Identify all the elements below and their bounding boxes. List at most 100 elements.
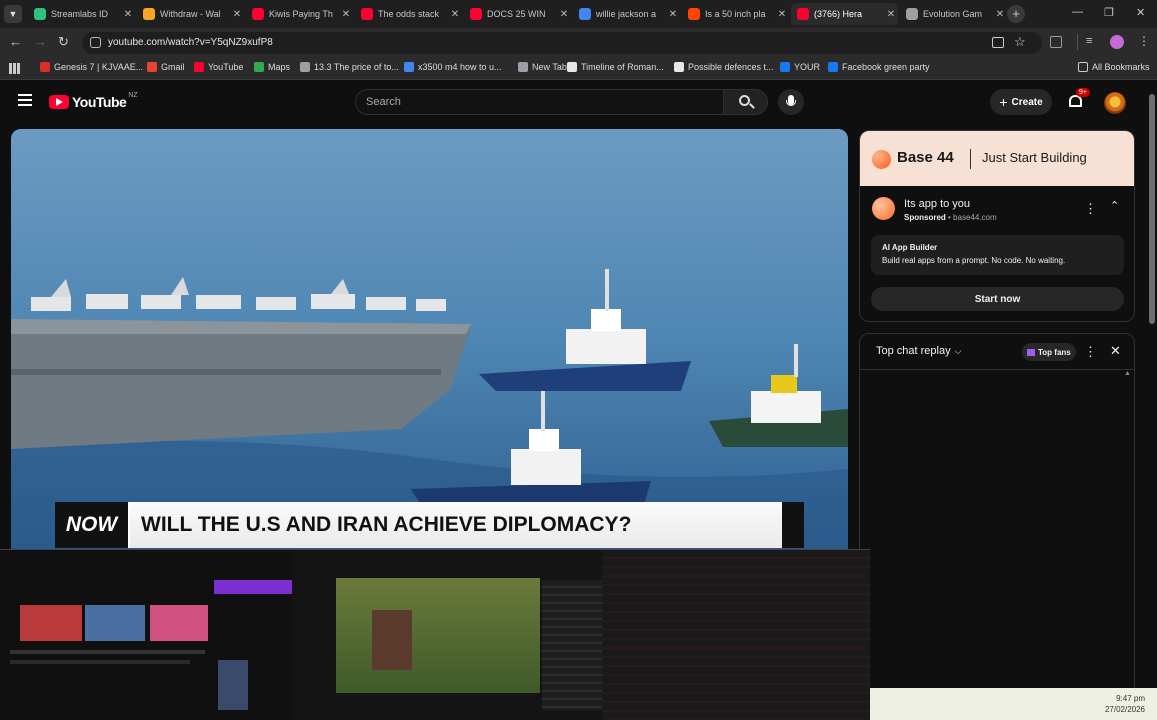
restore-window-button[interactable]: ❐: [1104, 6, 1114, 19]
tab-close-icon[interactable]: ✕: [339, 9, 353, 20]
chat-more-options-icon[interactable]: ⋮: [1084, 344, 1097, 360]
bookmark-item[interactable]: x3500 m4 how to u...: [404, 62, 502, 72]
tab-close-icon[interactable]: ✕: [666, 9, 680, 20]
bookmark-star-icon[interactable]: ☆: [1014, 34, 1026, 50]
extensions-icon[interactable]: [1050, 36, 1062, 48]
bookmark-favicon-icon: [518, 62, 528, 72]
live-chat-panel: Top chat replay ⌵ Top fans ⋮ ✕ ▲: [859, 333, 1135, 690]
chat-mode-dropdown[interactable]: Top chat replay ⌵: [876, 345, 961, 357]
chat-scroll-up-icon[interactable]: ▲: [1124, 370, 1131, 377]
apps-grid-icon[interactable]: [9, 63, 20, 74]
ad-inner-title: AI App Builder: [882, 243, 938, 252]
plus-icon: +: [999, 94, 1008, 110]
tab-favicon-icon: [470, 8, 482, 20]
sponsored-ad-card[interactable]: Base 44 Just Start Building Its app to y…: [859, 130, 1135, 322]
tab-search-menu-icon[interactable]: ▼: [4, 5, 22, 23]
bookmark-item[interactable]: Genesis 7 | KJVAAE...: [40, 62, 143, 72]
tab-close-icon[interactable]: ✕: [775, 9, 789, 20]
browser-toolbar: ← → ↻ youtube.com/watch?v=Y5qNZ9xufP8 ☆ …: [0, 28, 1157, 58]
bookmark-label: Gmail: [161, 62, 185, 72]
overlay-youtube-panel: [0, 550, 292, 720]
bookmark-item[interactable]: Maps: [254, 62, 290, 72]
page-scrollbar[interactable]: [1147, 80, 1157, 690]
tab-close-icon[interactable]: ✕: [993, 9, 1007, 20]
ad-collapse-icon[interactable]: ⌃: [1110, 199, 1119, 212]
bookmark-favicon-icon: [147, 62, 157, 72]
bookmark-item[interactable]: New Tab: [518, 62, 567, 72]
reload-icon[interactable]: ↻: [58, 34, 69, 50]
address-url: youtube.com/watch?v=Y5qNZ9xufP8: [108, 37, 273, 48]
browser-tab[interactable]: (3766) Hera ✕: [791, 3, 898, 25]
video-frame-scene: [11, 129, 848, 549]
account-avatar[interactable]: [1104, 92, 1126, 114]
ad-banner[interactable]: Base 44 Just Start Building: [860, 131, 1134, 186]
voice-search-button[interactable]: [778, 89, 804, 115]
address-bar[interactable]: youtube.com/watch?v=Y5qNZ9xufP8 ☆: [82, 32, 1042, 54]
site-info-icon[interactable]: [90, 37, 101, 48]
scrollbar-thumb[interactable]: [1149, 94, 1155, 324]
close-window-button[interactable]: ✕: [1136, 6, 1145, 19]
new-tab-button[interactable]: +: [1007, 5, 1025, 23]
bookmark-item[interactable]: Gmail: [147, 62, 185, 72]
bookmark-item[interactable]: Timeline of Roman...: [567, 62, 664, 72]
browser-tab[interactable]: Kiwis Paying Th ✕: [246, 3, 353, 25]
top-fans-label: Top fans: [1038, 347, 1071, 357]
news-lower-third: NOW WILL THE U.S AND IRAN ACHIEVE DIPLOM…: [55, 502, 804, 548]
browser-tab[interactable]: Evolution Gam ✕: [900, 3, 1007, 25]
bookmark-label: Facebook green party: [842, 62, 930, 72]
tab-close-icon[interactable]: ✕: [884, 9, 898, 20]
youtube-logo[interactable]: YouTube NZ: [49, 92, 138, 110]
close-chat-icon[interactable]: ✕: [1110, 343, 1121, 359]
bookmark-favicon-icon: [828, 62, 838, 72]
bookmark-label: Timeline of Roman...: [581, 62, 664, 72]
bookmark-item[interactable]: 13.3 The price of to...: [300, 62, 399, 72]
tab-title: DOCS 25 WIN: [487, 9, 546, 19]
screen-capture-overlay: [0, 549, 870, 720]
bookmark-item[interactable]: Possible defences t...: [674, 62, 774, 72]
chart-icon: [1027, 348, 1035, 356]
install-app-icon[interactable]: [992, 37, 1004, 48]
create-button[interactable]: + Create: [990, 89, 1052, 115]
bookmark-item[interactable]: YOUR: [780, 62, 820, 72]
video-player[interactable]: [11, 129, 848, 549]
search-button[interactable]: [723, 89, 768, 115]
minimize-window-button[interactable]: —: [1072, 6, 1083, 18]
overlay-stream-panel: [292, 550, 602, 720]
bookmark-item[interactable]: YouTube: [194, 62, 243, 72]
browser-tab[interactable]: Is a 50 inch pla ✕: [682, 3, 789, 25]
top-fans-chip[interactable]: Top fans: [1022, 343, 1076, 361]
browser-tab[interactable]: DOCS 25 WIN ✕: [464, 3, 571, 25]
tab-close-icon[interactable]: ✕: [121, 9, 135, 20]
tab-close-icon[interactable]: ✕: [230, 9, 244, 20]
ad-description-box[interactable]: AI App Builder Build real apps from a pr…: [871, 235, 1124, 275]
taskbar-clock[interactable]: 9:47 pm 27/02/2026: [1105, 693, 1145, 715]
chat-header: Top chat replay ⌵ Top fans ⋮ ✕: [860, 334, 1134, 370]
overlay-chat-panel: [602, 550, 870, 720]
notifications-button[interactable]: 9+: [1068, 88, 1090, 110]
tab-title: (3766) Hera: [814, 9, 863, 19]
ad-more-options-icon[interactable]: ⋮: [1084, 201, 1097, 217]
forward-icon[interactable]: →: [34, 34, 47, 49]
browser-tab[interactable]: willie jackson a ✕: [573, 3, 680, 25]
browser-tab[interactable]: Streamlabs ID ✕: [28, 3, 135, 25]
chrome-menu-icon[interactable]: ⋮: [1138, 34, 1150, 48]
search-input[interactable]: Search: [355, 89, 723, 115]
tab-favicon-icon: [688, 8, 700, 20]
start-now-button[interactable]: Start now: [871, 287, 1124, 311]
all-bookmarks[interactable]: All Bookmarks: [1078, 62, 1150, 72]
clock-time: 9:47 pm: [1116, 694, 1145, 703]
bookmark-label: Maps: [268, 62, 291, 72]
ad-avatar: [872, 197, 895, 220]
tab-close-icon[interactable]: ✕: [448, 9, 462, 20]
browser-tab[interactable]: The odds stack ✕: [355, 3, 462, 25]
profile-avatar[interactable]: [1110, 35, 1124, 49]
back-icon[interactable]: ←: [9, 34, 22, 49]
ad-title[interactable]: Its app to you: [904, 198, 970, 210]
browser-tab[interactable]: Withdraw - Wal ✕: [137, 3, 244, 25]
bookmark-label: Possible defences t...: [688, 62, 774, 72]
hamburger-menu-icon[interactable]: [18, 94, 32, 106]
bookmark-item[interactable]: Facebook green party: [828, 62, 930, 72]
profile-icon[interactable]: ≡: [1086, 35, 1092, 47]
tab-close-icon[interactable]: ✕: [557, 9, 571, 20]
news-tag: NOW: [55, 502, 130, 548]
